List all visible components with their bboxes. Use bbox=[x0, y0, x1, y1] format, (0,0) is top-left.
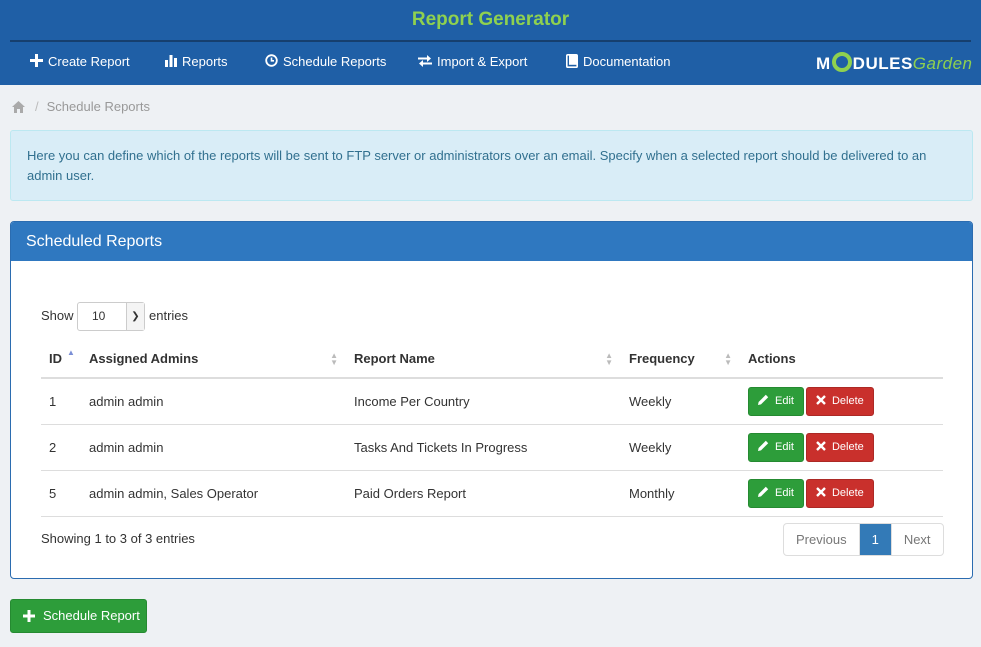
entries-label: entries bbox=[149, 308, 189, 323]
delete-label: Delete bbox=[831, 486, 864, 499]
cell-frequency: Weekly bbox=[621, 424, 740, 471]
schedule-report-label: Schedule Report bbox=[43, 608, 140, 623]
nav-item-documentation[interactable]: Documentation bbox=[566, 42, 670, 85]
pencil-icon bbox=[758, 395, 769, 406]
column-label: ID bbox=[49, 351, 62, 366]
cell-frequency: Weekly bbox=[621, 378, 740, 425]
top-header: Report Generator Create Report Reports S… bbox=[0, 0, 981, 85]
clock-icon bbox=[265, 54, 278, 67]
column-header-assigned-admins[interactable]: Assigned Admins ▲ ▼ bbox=[81, 340, 346, 379]
column-label: Actions bbox=[748, 351, 796, 366]
pencil-icon bbox=[758, 486, 769, 498]
chevron-down-icon: ❯ bbox=[126, 303, 144, 330]
schedule-report-button[interactable]: Schedule Report bbox=[10, 599, 147, 633]
edit-button[interactable]: Edit bbox=[748, 386, 804, 416]
breadcrumb: / Schedule Reports bbox=[12, 99, 150, 114]
home-icon[interactable] bbox=[12, 101, 25, 113]
cell-id: 2 bbox=[41, 424, 81, 471]
delete-button[interactable]: Delete bbox=[805, 432, 874, 462]
cell-actions: Edit Delete bbox=[740, 424, 943, 471]
sort-icon: ▲ ▼ bbox=[605, 351, 613, 367]
nav-label: Schedule Reports bbox=[283, 54, 387, 69]
pagination-previous[interactable]: Previous bbox=[784, 524, 860, 555]
column-header-frequency[interactable]: Frequency ▲ ▼ bbox=[621, 340, 740, 379]
table-row: 5 admin admin, Sales Operator Paid Order… bbox=[41, 470, 943, 517]
breadcrumb-separator: / bbox=[35, 99, 39, 114]
column-label: Assigned Admins bbox=[89, 351, 199, 366]
nav-label: Reports bbox=[182, 54, 228, 69]
table-info: Showing 1 to 3 of 3 entries bbox=[41, 531, 195, 546]
pagination-next[interactable]: Next bbox=[892, 524, 943, 555]
column-header-id[interactable]: ID ▲ bbox=[41, 340, 81, 379]
info-alert: Here you can define which of the reports… bbox=[10, 130, 973, 201]
close-icon bbox=[816, 440, 826, 451]
cell-admins: admin admin, Sales Operator bbox=[81, 470, 346, 517]
nav-item-schedule-reports[interactable]: Schedule Reports bbox=[265, 42, 386, 85]
transfer-icon bbox=[418, 54, 432, 67]
cell-admins: admin admin bbox=[81, 378, 346, 425]
logo-text: DULES bbox=[852, 54, 913, 73]
column-header-actions: Actions bbox=[740, 340, 943, 379]
logo-text: M bbox=[816, 54, 831, 73]
logo-text: Garden bbox=[912, 54, 973, 73]
column-header-report-name[interactable]: Report Name ▲ ▼ bbox=[346, 340, 621, 379]
nav-item-create-report[interactable]: Create Report bbox=[30, 42, 130, 85]
show-label: Show bbox=[41, 308, 74, 323]
edit-label: Edit bbox=[775, 440, 794, 453]
scheduled-reports-panel: Scheduled Reports Show 10 ❯ entries ID ▲ … bbox=[10, 221, 973, 579]
cell-report-name: Tasks And Tickets In Progress bbox=[346, 424, 621, 471]
logo-o-icon bbox=[831, 52, 852, 72]
cell-admins: admin admin bbox=[81, 424, 346, 471]
pagination-page-current[interactable]: 1 bbox=[859, 524, 892, 555]
breadcrumb-current: Schedule Reports bbox=[46, 99, 150, 114]
delete-button[interactable]: Delete bbox=[805, 478, 874, 508]
book-icon bbox=[566, 53, 578, 68]
bar-chart-icon bbox=[165, 54, 177, 67]
delete-button[interactable]: Delete bbox=[805, 386, 874, 416]
cell-id: 5 bbox=[41, 470, 81, 517]
edit-button[interactable]: Edit bbox=[748, 478, 804, 508]
scheduled-reports-table: ID ▲ Assigned Admins ▲ ▼ Report Name ▲ ▼ Freq… bbox=[41, 340, 943, 517]
pagination: Previous 1 Next bbox=[783, 523, 944, 556]
pencil-icon bbox=[758, 440, 769, 452]
delete-label: Delete bbox=[831, 440, 864, 453]
sort-asc-icon: ▲ bbox=[67, 348, 75, 357]
modulesgarden-logo[interactable]: M DULESGarden bbox=[816, 52, 973, 76]
column-label: Frequency bbox=[629, 351, 695, 366]
plus-icon bbox=[23, 609, 35, 622]
edit-label: Edit bbox=[775, 394, 794, 407]
sort-icon: ▲ ▼ bbox=[724, 351, 732, 367]
cell-report-name: Paid Orders Report bbox=[346, 470, 621, 517]
table-row: 1 admin admin Income Per Country Weekly … bbox=[41, 378, 943, 425]
cell-id: 1 bbox=[41, 378, 81, 425]
nav-item-import-export[interactable]: Import & Export bbox=[418, 42, 527, 85]
nav-label: Create Report bbox=[48, 54, 130, 69]
app-title: Report Generator bbox=[411, 9, 570, 30]
column-label: Report Name bbox=[354, 351, 435, 366]
table-row: 2 admin admin Tasks And Tickets In Progr… bbox=[41, 424, 943, 471]
close-icon bbox=[816, 486, 826, 497]
entries-per-page-select[interactable]: 10 ❯ bbox=[77, 302, 145, 331]
cell-report-name: Income Per Country bbox=[346, 378, 621, 425]
edit-button[interactable]: Edit bbox=[748, 432, 804, 462]
cell-frequency: Monthly bbox=[621, 470, 740, 517]
panel-title: Scheduled Reports bbox=[11, 222, 972, 261]
plus-icon bbox=[30, 54, 43, 68]
nav-label: Import & Export bbox=[437, 54, 528, 69]
select-value: 10 bbox=[92, 309, 106, 323]
delete-label: Delete bbox=[831, 394, 864, 407]
close-icon bbox=[816, 394, 826, 405]
nav-item-reports[interactable]: Reports bbox=[165, 42, 228, 85]
table-header-row: ID ▲ Assigned Admins ▲ ▼ Report Name ▲ ▼ Freq… bbox=[41, 340, 943, 379]
cell-actions: Edit Delete bbox=[740, 378, 943, 425]
nav-label: Documentation bbox=[583, 54, 671, 69]
cell-actions: Edit Delete bbox=[740, 470, 943, 517]
sort-icon: ▲ ▼ bbox=[330, 351, 338, 367]
edit-label: Edit bbox=[775, 486, 794, 499]
